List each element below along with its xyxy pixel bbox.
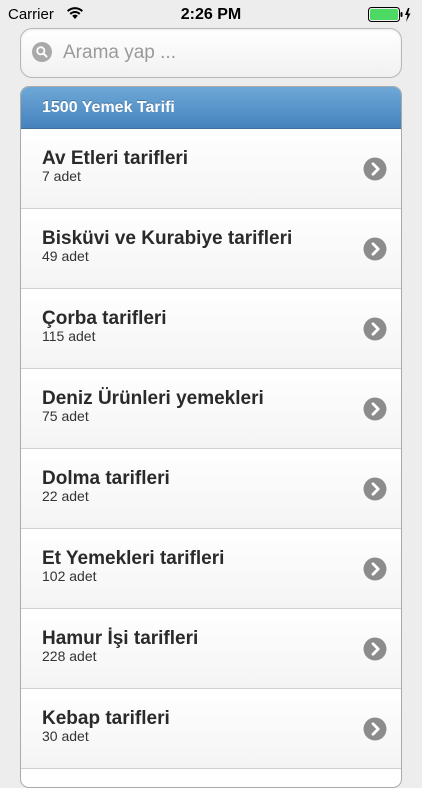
search-bar <box>20 28 402 78</box>
list-item[interactable]: Bisküvi ve Kurabiye tarifleri 49 adet <box>21 209 401 289</box>
chevron-right-icon[interactable] <box>363 477 387 501</box>
clock: 2:26 PM <box>180 6 242 23</box>
item-count: 228 adet <box>42 648 97 664</box>
list-item[interactable]: Av Etleri tarifleri 7 adet <box>21 129 401 209</box>
item-count: 30 adet <box>42 728 89 744</box>
chevron-right-icon[interactable] <box>363 397 387 421</box>
search-icon <box>31 41 53 68</box>
list-item[interactable]: Hamur İşi tarifleri 228 adet <box>21 609 401 689</box>
status-bar: Carrier 2:26 PM <box>0 0 422 30</box>
battery-icon <box>368 7 412 27</box>
item-title: Kebap tarifleri <box>42 708 170 729</box>
category-list: 1500 Yemek Tarifi Av Etleri tarifleri 7 a… <box>20 86 402 788</box>
list-item[interactable]: Et Yemekleri tarifleri 102 adet <box>21 529 401 609</box>
item-title: Çorba tarifleri <box>42 308 167 329</box>
chevron-right-icon[interactable] <box>363 717 387 741</box>
item-title: Deniz Ürünleri yemekleri <box>42 388 264 409</box>
chevron-right-icon[interactable] <box>363 557 387 581</box>
chevron-right-icon[interactable] <box>363 157 387 181</box>
item-count: 102 adet <box>42 568 97 584</box>
chevron-right-icon[interactable] <box>363 237 387 261</box>
item-title: Et Yemekleri tarifleri <box>42 548 225 569</box>
list-item[interactable]: Dolma tarifleri 22 adet <box>21 449 401 529</box>
item-title: Av Etleri tarifleri <box>42 148 189 169</box>
item-count: 75 adet <box>42 408 89 424</box>
item-count: 7 adet <box>42 168 81 184</box>
chevron-right-icon[interactable] <box>363 637 387 661</box>
item-title: Dolma tarifleri <box>42 468 170 489</box>
list-item[interactable]: Çorba tarifleri 115 adet <box>21 289 401 369</box>
chevron-right-icon[interactable] <box>363 317 387 341</box>
item-title: Hamur İşi tarifleri <box>42 628 199 649</box>
list-item[interactable]: Kebap tarifleri 30 adet <box>21 689 401 769</box>
list-item[interactable]: Deniz Ürünleri yemekleri 75 adet <box>21 369 401 449</box>
item-title: Bisküvi ve Kurabiye tarifleri <box>42 228 293 249</box>
item-count: 22 adet <box>42 488 89 504</box>
item-count: 115 adet <box>42 328 96 344</box>
item-count: 49 adet <box>42 248 89 264</box>
list-header: 1500 Yemek Tarifi <box>21 87 401 129</box>
search-input[interactable] <box>61 37 395 69</box>
